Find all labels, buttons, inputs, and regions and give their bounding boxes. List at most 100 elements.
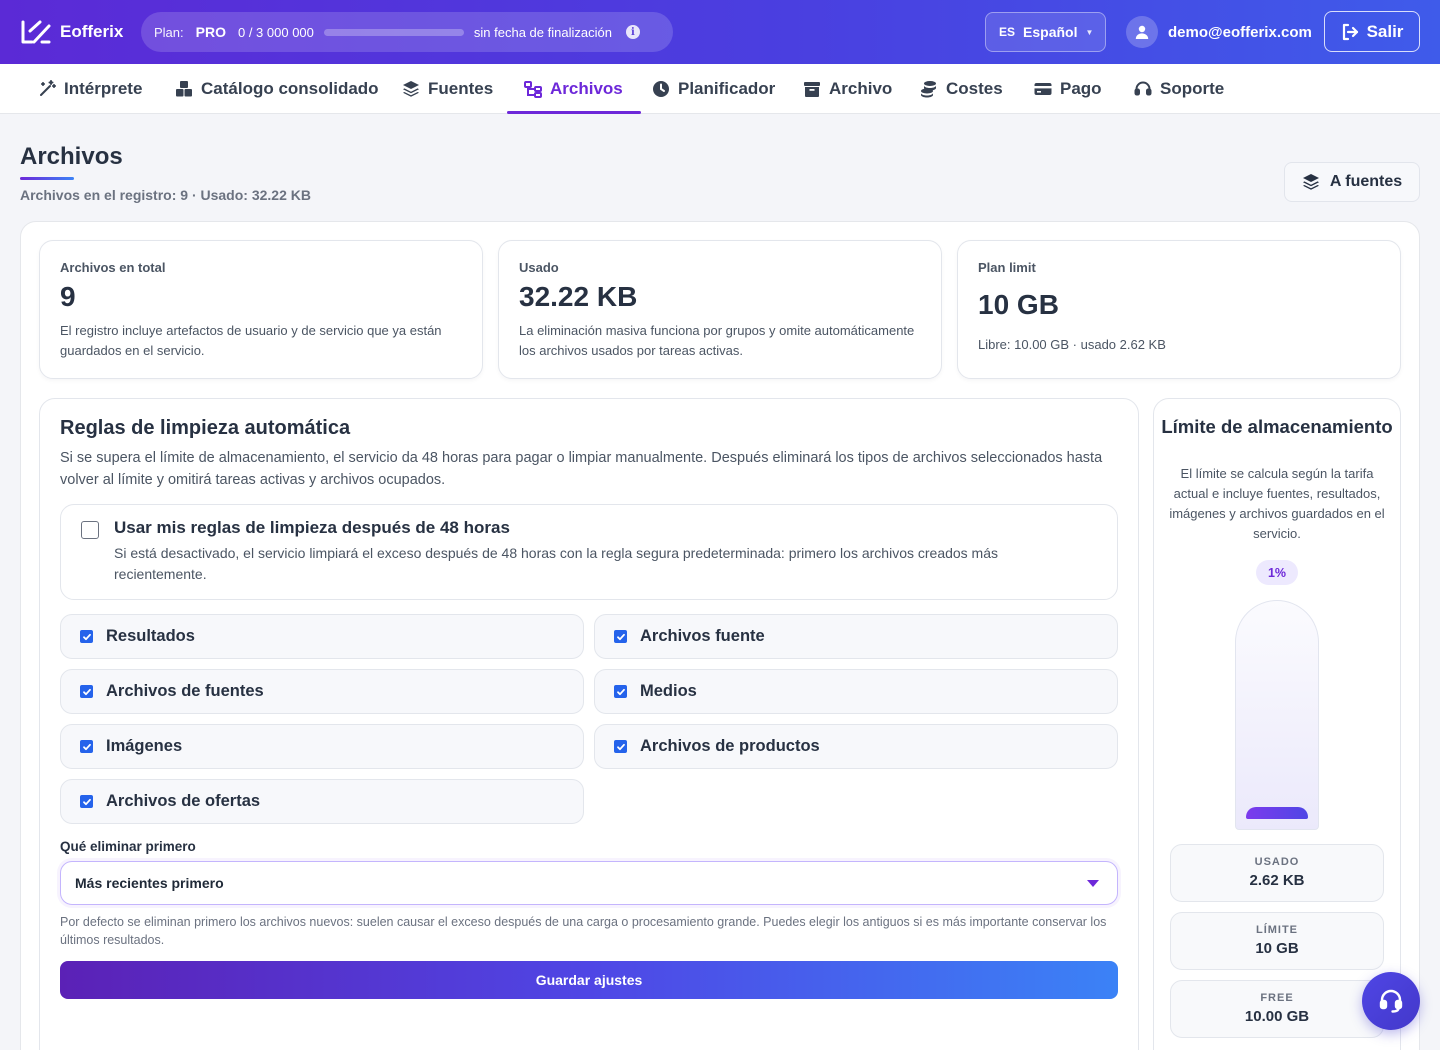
clock-icon [653, 81, 669, 97]
tab-label: Intérprete [64, 79, 143, 98]
archive-icon [804, 82, 820, 97]
cleanup-rules-description: Si se supera el límite de almacenamiento… [60, 450, 1103, 488]
option-archivos-de-productos[interactable]: Archivos de productos [594, 724, 1118, 769]
storage-limit-value: 10 GB [1255, 940, 1299, 957]
app-name: Eofferix [60, 22, 124, 41]
folder-tree-icon [524, 81, 542, 98]
title-underline [20, 177, 74, 180]
stat-value: 10 GB [978, 289, 1059, 320]
top-bar: Eofferix Plan: PRO 0 / 3 000 000 sin fec… [0, 0, 1440, 64]
option-resultados[interactable]: Resultados [60, 614, 584, 659]
option-label: Archivos de ofertas [106, 792, 261, 810]
tab-costes[interactable]: Costes [920, 64, 1003, 114]
logo-icon [21, 20, 51, 44]
option-archivos-fuente[interactable]: Archivos fuente [594, 614, 1118, 659]
plan-usage: 0 / 3 000 000 [237, 24, 314, 40]
delete-order-label: Qué eliminar primero [60, 839, 196, 854]
tab-pago[interactable]: Pago [1034, 64, 1102, 114]
option-label: Archivos de productos [640, 737, 820, 755]
storage-free-box: FREE 10.00 GB [1170, 980, 1384, 1038]
logout-icon [1342, 23, 1358, 40]
stat-card-total-files: Archivos en total 9 El registro incluye … [39, 240, 483, 379]
logout-button[interactable]: Salir [1324, 11, 1420, 52]
page-title: Archivos [20, 143, 123, 170]
checkbox-checked[interactable] [80, 795, 93, 808]
storage-limit-key: LÍMITE [1255, 924, 1299, 936]
credit-card-icon [1034, 83, 1052, 95]
check-icon [82, 688, 91, 695]
stat-description: La eliminación masiva funciona por grupo… [519, 323, 915, 358]
tab-planificador[interactable]: Planificador [652, 64, 775, 114]
tab-label: Soporte [1160, 79, 1225, 98]
tab-fuentes[interactable]: Fuentes [402, 64, 493, 114]
storage-gauge [1235, 600, 1319, 830]
checkbox-checked[interactable] [80, 685, 93, 698]
option-label: Archivos de fuentes [106, 682, 264, 700]
info-icon[interactable]: i [625, 25, 640, 39]
check-icon [616, 633, 625, 640]
headset-icon [1379, 989, 1403, 1013]
option-archivos-de-fuentes[interactable]: Archivos de fuentes [60, 669, 584, 714]
stat-card-plan-limit: Plan limit 10 GB Libre: 10.00 GB · usado… [957, 240, 1401, 379]
logo[interactable]: Eofferix [20, 18, 123, 46]
plan-tier: PRO [195, 24, 226, 40]
stat-card-used: Usado 32.22 KB La eliminación masiva fun… [498, 240, 942, 379]
stat-description: El registro incluye artefactos de usuari… [60, 323, 442, 358]
tab-label: Archivos [550, 79, 623, 98]
plan-status: Plan: PRO 0 / 3 000 000 sin fecha de fin… [141, 12, 673, 52]
cleanup-rules-title: Reglas de limpieza automática [60, 417, 351, 439]
save-settings-button[interactable]: Guardar ajustes [60, 961, 1118, 999]
tab-label: Costes [946, 79, 1003, 98]
storage-free-value: 10.00 GB [1244, 1008, 1310, 1025]
tab-soporte[interactable]: Soporte [1134, 64, 1224, 114]
storage-used-box: USADO 2.62 KB [1170, 844, 1384, 902]
language-selector[interactable]: ES Español ▼ [985, 12, 1106, 52]
checkbox-checked[interactable] [614, 740, 627, 753]
option-imagenes[interactable]: Imágenes [60, 724, 584, 769]
layers-icon [403, 81, 419, 97]
tab-label: Planificador [678, 79, 776, 98]
delete-order-select[interactable]: Más recientes primero [60, 861, 1118, 905]
check-icon [616, 743, 625, 750]
check-icon [82, 798, 91, 805]
to-sources-label: A fuentes [1329, 173, 1403, 190]
tab-label: Catálogo consolidado [201, 79, 379, 98]
support-chat-button[interactable] [1362, 972, 1420, 1030]
tab-catalogo-consolidado[interactable]: Catálogo consolidado [175, 64, 379, 114]
stat-label: Plan limit [978, 260, 1036, 275]
custom-rules-title[interactable]: Usar mis reglas de limpieza después de 4… [114, 518, 510, 538]
plan-deadline: sin fecha de finalización [473, 24, 612, 40]
tab-interprete[interactable]: Intérprete [38, 64, 142, 114]
storage-limit-title: Límite de almacenamiento [1161, 416, 1393, 437]
storage-gauge-fill [1246, 807, 1308, 819]
storage-free-key: FREE [1260, 992, 1294, 1004]
delete-order-value: Más recientes primero [75, 875, 224, 891]
layers-icon [1302, 174, 1319, 190]
option-label: Imágenes [106, 737, 183, 755]
chevron-down-icon: ▼ [1085, 27, 1094, 37]
check-icon [82, 633, 91, 640]
tab-archivos[interactable]: Archivos [507, 64, 641, 114]
checkbox-checked[interactable] [80, 630, 93, 643]
checkbox-checked[interactable] [614, 630, 627, 643]
option-label: Archivos fuente [640, 627, 765, 645]
checkbox-checked[interactable] [614, 685, 627, 698]
boxes-icon [176, 81, 192, 97]
to-sources-button[interactable]: A fuentes [1284, 162, 1420, 202]
custom-rules-checkbox[interactable] [81, 521, 99, 539]
option-archivos-de-ofertas[interactable]: Archivos de ofertas [60, 779, 584, 824]
tab-archivo[interactable]: Archivo [803, 64, 892, 114]
language-code: ES [999, 25, 1016, 39]
option-label: Resultados [106, 627, 195, 645]
stat-label: Usado [519, 260, 559, 275]
logout-label: Salir [1366, 21, 1404, 41]
custom-rules-description: Si está desactivado, el servicio limpiar… [114, 545, 999, 582]
option-medios[interactable]: Medios [594, 669, 1118, 714]
user-menu[interactable]: demo@eofferix.com [1126, 16, 1312, 48]
checkbox-checked[interactable] [80, 740, 93, 753]
stat-value: 32.22 KB [519, 281, 638, 312]
coins-icon [921, 81, 936, 98]
tab-label: Pago [1060, 79, 1102, 98]
language-name: Español [1023, 24, 1078, 40]
stat-label: Archivos en total [60, 260, 166, 275]
